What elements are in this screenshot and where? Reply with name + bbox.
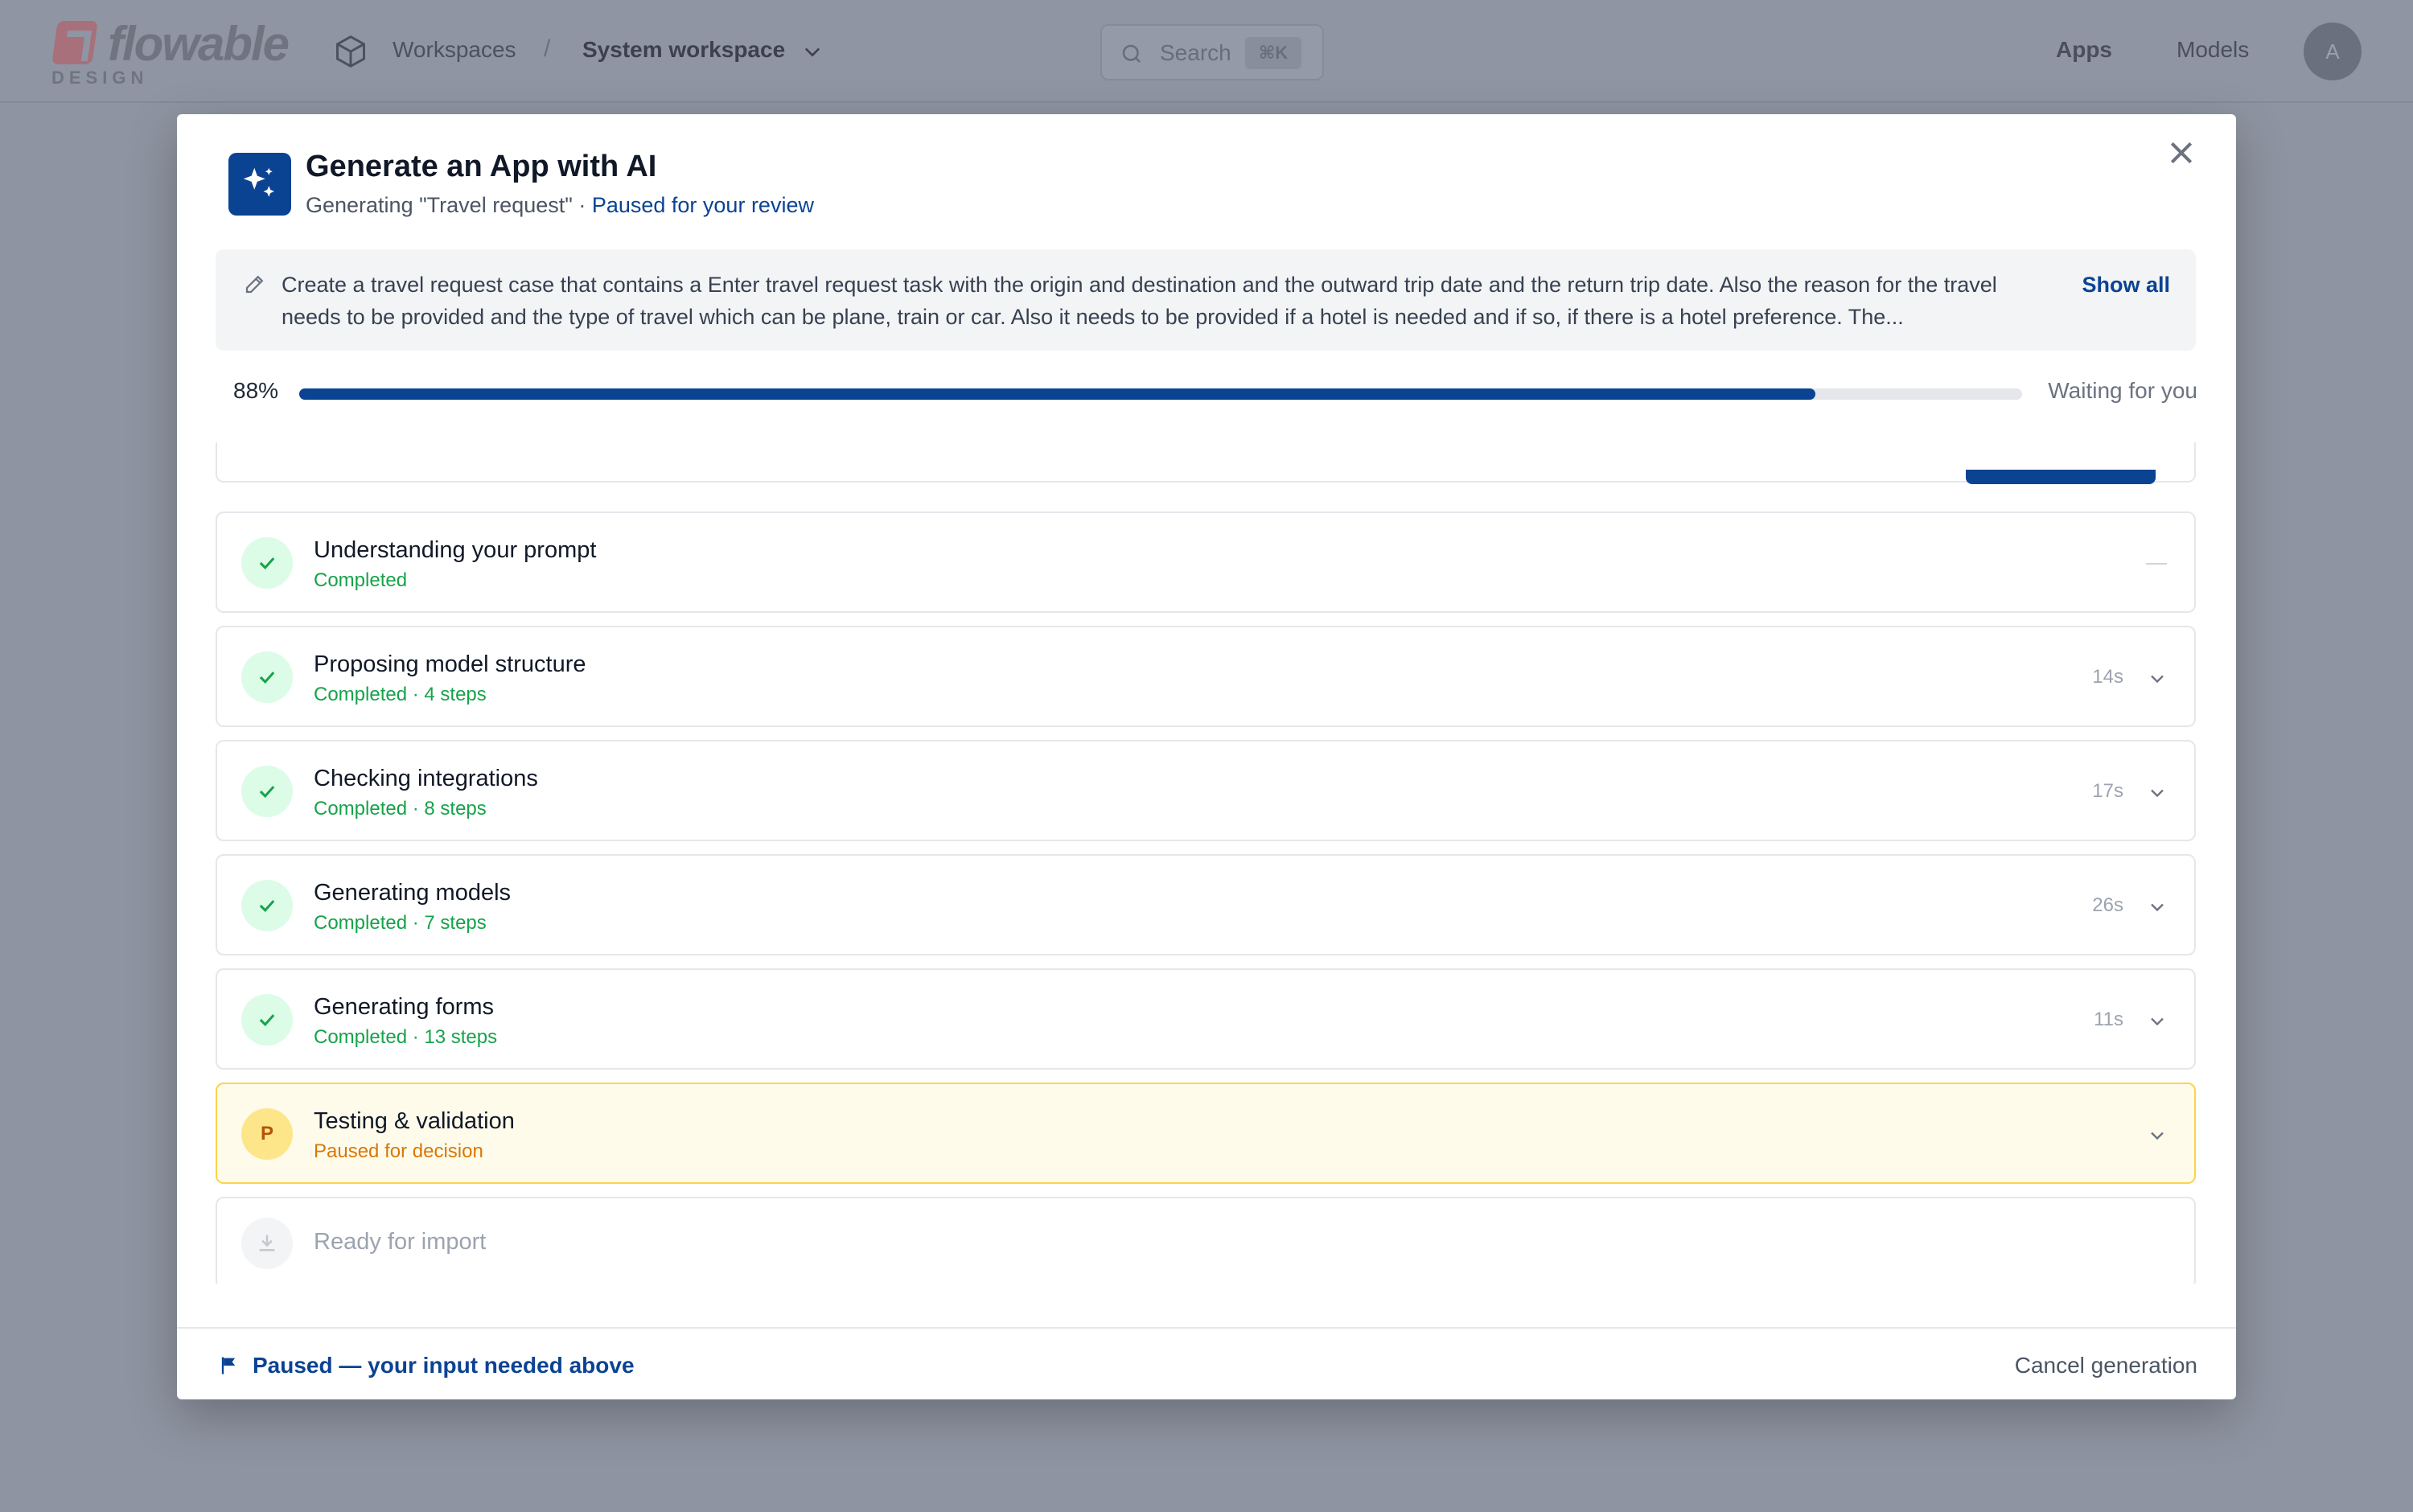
search-box[interactable]: Search ⌘K bbox=[1100, 24, 1324, 80]
cancel-generation-button[interactable]: Cancel generation bbox=[2015, 1353, 2197, 1378]
flowable-logo[interactable]: flowable DESIGN bbox=[51, 16, 309, 93]
steps-list[interactable]: Understanding your prompt Completed Prop… bbox=[216, 442, 2196, 1284]
step-status: Completed · 13 steps bbox=[314, 1026, 498, 1048]
chevron-down-icon[interactable] bbox=[2146, 896, 2168, 918]
step-duration: 11s bbox=[2094, 1009, 2123, 1030]
logo-mark-icon bbox=[51, 21, 98, 64]
step-name: Generating models bbox=[314, 880, 512, 906]
subtitle-status: Paused for your review bbox=[591, 193, 814, 217]
progress-status: Waiting for you bbox=[2048, 378, 2197, 403]
chevron-down-icon[interactable] bbox=[2146, 668, 2168, 690]
ai-sparkle-badge bbox=[228, 153, 291, 216]
step-name: Ready for import bbox=[314, 1229, 487, 1255]
nav-models[interactable]: Models bbox=[2177, 37, 2249, 63]
progress-percent: 88% bbox=[233, 378, 279, 403]
step-name: Proposing model structure bbox=[314, 651, 586, 677]
step-name: Checking integrations bbox=[314, 766, 538, 791]
subtitle-prefix: Generating "Travel request" · bbox=[306, 193, 592, 217]
dialog-footer: Paused — your input needed above Cancel … bbox=[177, 1327, 2236, 1399]
chevron-down-icon[interactable] bbox=[2146, 1010, 2168, 1033]
search-shortcut-badge: ⌘K bbox=[1245, 37, 1301, 69]
breadcrumb-separator: / bbox=[544, 35, 551, 62]
check-circle-icon bbox=[241, 994, 293, 1046]
logo-wordmark: flowable bbox=[108, 17, 290, 71]
step-proposing-model-structure[interactable]: Proposing model structure Completed · 4 … bbox=[216, 626, 2196, 727]
breadcrumb-workspaces[interactable]: Workspaces bbox=[393, 37, 516, 63]
step-status: Paused for decision bbox=[314, 1140, 483, 1162]
step-testing-validation[interactable]: P Testing & validation Paused for decisi… bbox=[216, 1083, 2196, 1184]
search-placeholder: Search bbox=[1160, 40, 1231, 65]
step-understanding-prompt[interactable]: Understanding your prompt Completed bbox=[216, 512, 2196, 613]
check-circle-icon bbox=[241, 537, 293, 589]
dialog-subtitle: Generating "Travel request" · Paused for… bbox=[306, 193, 814, 218]
generate-app-dialog: Generate an App with AI Generating "Trav… bbox=[177, 114, 2236, 1399]
decision-action-button[interactable] bbox=[1966, 470, 2156, 484]
step-ready-for-import: Ready for import bbox=[216, 1197, 2196, 1284]
logo-subtitle: DESIGN bbox=[51, 68, 149, 88]
top-app-bar: flowable DESIGN Workspaces / System work… bbox=[0, 0, 2413, 103]
check-circle-icon bbox=[241, 766, 293, 817]
step-status: Completed · 8 steps bbox=[314, 798, 487, 820]
check-circle-icon bbox=[241, 651, 293, 703]
paused-message: Paused — your input needed above bbox=[253, 1353, 635, 1378]
decision-card-partial bbox=[216, 442, 2196, 484]
show-all-link[interactable]: Show all bbox=[2082, 269, 2170, 301]
dialog-title: Generate an App with AI bbox=[306, 150, 657, 183]
collapse-dash-icon bbox=[2146, 563, 2167, 565]
step-generating-forms[interactable]: Generating forms Completed · 13 steps 11… bbox=[216, 968, 2196, 1070]
chevron-down-icon[interactable] bbox=[2146, 782, 2168, 804]
progress-bar bbox=[299, 388, 2022, 400]
breadcrumb-current-workspace[interactable]: System workspace bbox=[582, 37, 785, 63]
prompt-summary: Create a travel request case that contai… bbox=[216, 249, 2196, 351]
step-duration: 14s bbox=[2092, 666, 2123, 688]
step-name: Understanding your prompt bbox=[314, 537, 597, 563]
step-duration: 26s bbox=[2092, 894, 2123, 916]
step-generating-models[interactable]: Generating models Completed · 7 steps 26… bbox=[216, 854, 2196, 955]
sparkle-icon bbox=[243, 167, 274, 197]
user-avatar[interactable]: A bbox=[2304, 23, 2362, 80]
step-name: Testing & validation bbox=[314, 1108, 515, 1134]
search-icon bbox=[1122, 44, 1141, 63]
nav-apps[interactable]: Apps bbox=[2056, 37, 2112, 63]
chevron-down-icon[interactable] bbox=[2146, 1124, 2168, 1147]
flag-icon bbox=[221, 1357, 236, 1374]
step-status: Completed · 7 steps bbox=[314, 912, 487, 934]
download-icon bbox=[241, 1218, 293, 1269]
step-checking-integrations[interactable]: Checking integrations Completed · 8 step… bbox=[216, 740, 2196, 841]
step-status: Completed bbox=[314, 569, 408, 591]
prompt-text: Create a travel request case that contai… bbox=[282, 273, 1997, 329]
chevron-down-icon[interactable] bbox=[801, 40, 824, 63]
step-duration: 17s bbox=[2092, 780, 2123, 802]
cube-icon bbox=[336, 35, 365, 68]
edit-icon[interactable] bbox=[243, 272, 267, 296]
close-icon[interactable] bbox=[2165, 137, 2197, 169]
check-circle-icon bbox=[241, 880, 293, 931]
progress-fill bbox=[299, 388, 1815, 400]
step-name: Generating forms bbox=[314, 994, 495, 1020]
paused-badge: P bbox=[241, 1108, 293, 1160]
step-status: Completed · 4 steps bbox=[314, 684, 487, 705]
